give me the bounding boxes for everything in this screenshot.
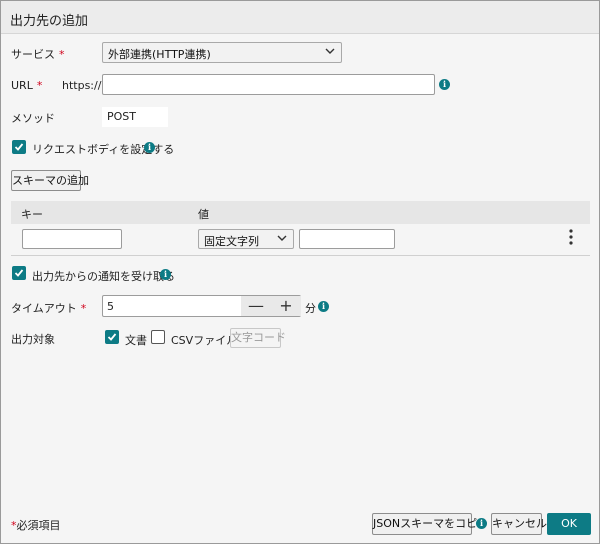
row-type-select[interactable]: 固定文字列 (198, 229, 294, 249)
row-key-input[interactable] (22, 229, 122, 249)
info-icon[interactable]: i (318, 301, 329, 312)
output-target-label: 出力対象 (11, 333, 55, 346)
row-type-value: 固定文字列 (204, 235, 259, 248)
url-label: URL * (11, 79, 43, 92)
chevron-down-icon (325, 48, 335, 54)
info-icon[interactable]: i (160, 269, 171, 280)
charcode-button[interactable]: 文字コード (230, 328, 286, 348)
dialog-title: 出力先の追加 (10, 14, 89, 29)
csv-checkbox[interactable] (151, 330, 165, 344)
add-schema-button[interactable]: スキーマの追加 (11, 170, 89, 191)
service-label: サービス * (11, 48, 65, 61)
check-icon (14, 143, 24, 151)
copy-json-schema-button[interactable]: JSONスキーマをコピー (372, 513, 488, 535)
required-note: *必須項目 (11, 519, 61, 532)
header-key: キー (21, 208, 43, 221)
info-icon[interactable]: i (476, 518, 487, 529)
row-value-input[interactable] (299, 229, 395, 249)
ok-button[interactable]: OK (547, 513, 591, 535)
check-icon (107, 333, 117, 341)
header-value: 値 (198, 208, 209, 221)
notify-checkbox[interactable] (12, 266, 26, 280)
dialog-title-bar: 出力先の追加 (1, 1, 599, 34)
url-prefix: https:// (62, 79, 102, 92)
timeout-decrement-button[interactable]: — (241, 296, 271, 316)
document-checkbox[interactable] (105, 330, 119, 344)
method-value: POST (107, 110, 136, 123)
timeout-label: タイムアウト * (11, 302, 87, 315)
check-icon (14, 269, 24, 277)
service-select-value: 外部連携(HTTP連携) (108, 48, 211, 61)
timeout-unit: 分 (305, 302, 316, 315)
add-output-dialog: 出力先の追加 サービス * 外部連携(HTTP連携) URL * https:// … (0, 0, 600, 544)
info-icon[interactable]: i (439, 79, 450, 90)
timeout-value: 5 (107, 300, 114, 313)
method-value-box: POST (102, 107, 168, 127)
request-body-checkbox[interactable] (12, 140, 26, 154)
kebab-menu-icon[interactable] (567, 229, 575, 245)
url-input[interactable] (102, 74, 435, 95)
service-select[interactable]: 外部連携(HTTP連携) (102, 42, 342, 63)
timeout-increment-button[interactable]: + (271, 296, 301, 316)
chevron-down-icon (277, 235, 287, 241)
key-value-table-header: キー 値 (11, 201, 590, 224)
notify-label: 出力先からの通知を受け取る (32, 270, 175, 283)
table-divider (11, 255, 590, 256)
csv-label: CSVファイル (171, 334, 238, 347)
cancel-button[interactable]: キャンセル (491, 513, 547, 535)
method-label: メソッド (11, 112, 55, 125)
document-label: 文書 (125, 334, 147, 347)
info-icon[interactable]: i (144, 142, 155, 153)
